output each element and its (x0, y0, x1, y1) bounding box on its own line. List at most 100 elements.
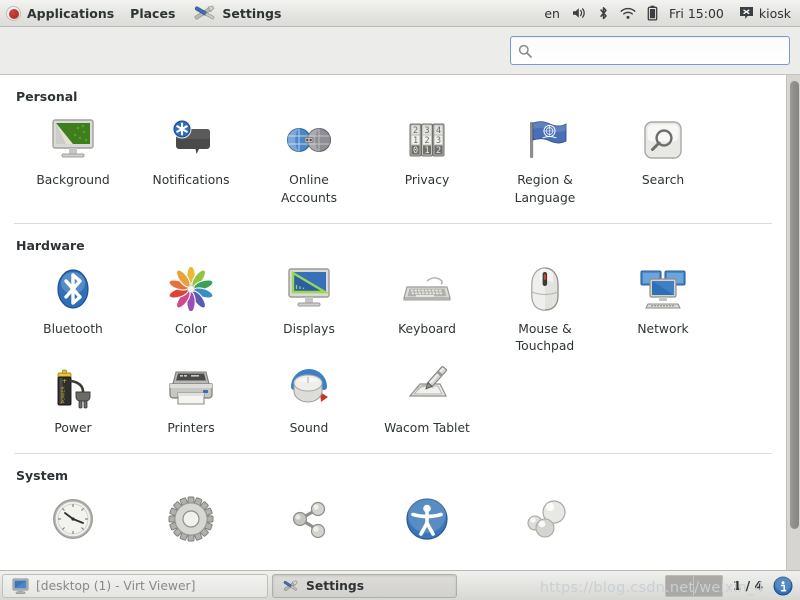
panel-tile-label: Mouse & Touchpad (515, 321, 575, 354)
wacom-tablet-icon (403, 364, 451, 412)
panel-tile-universal-access[interactable] (368, 493, 486, 557)
bluetooth-icon (49, 265, 97, 313)
panel-tile-sound[interactable]: Sound (250, 362, 368, 444)
date-time-icon (49, 495, 97, 543)
user-status-icon (739, 7, 753, 19)
svg-text:3: 3 (424, 126, 429, 136)
settings-tools-icon (283, 579, 298, 591)
places-menu-label: Places (130, 5, 176, 21)
svg-text:4: 4 (436, 126, 441, 136)
panel-tile-keyboard[interactable]: Keyboard (368, 263, 486, 363)
user-menu[interactable]: kiosk (735, 6, 791, 21)
scrollbar-thumb[interactable] (790, 81, 799, 529)
panel-tile-network[interactable]: Network (604, 263, 722, 363)
svg-text:2: 2 (413, 126, 418, 136)
users-icon (521, 495, 569, 543)
panel-tile-label: Privacy (404, 173, 450, 187)
taskbar-tray: 1 / 4 (664, 571, 800, 600)
panel-tile-date-time[interactable] (14, 493, 132, 557)
applications-menu[interactable]: Applications (0, 0, 122, 26)
mouse-touchpad-icon (521, 265, 569, 313)
places-menu[interactable]: Places (122, 0, 183, 26)
svg-text:2: 2 (424, 136, 429, 146)
sound-icon (285, 364, 333, 412)
panel-tile-label: Online Accounts (280, 173, 338, 205)
content-scrollbar[interactable] (786, 75, 800, 570)
info-tray-icon[interactable] (773, 575, 796, 596)
applications-menu-label: Applications (27, 5, 115, 21)
keyboard-icon (403, 265, 451, 313)
volume-icon[interactable] (571, 6, 587, 20)
color-icon (167, 265, 215, 313)
panel-clock[interactable]: Fri 15:00 (669, 6, 724, 21)
section-hardware-grid: Bluetooth Color Displays Keyboard Mouse … (14, 263, 772, 444)
search-panel-icon (639, 116, 687, 164)
panel-tile-color[interactable]: Color (132, 263, 250, 363)
panel-tile-label: Region & Language (514, 173, 576, 205)
search-input[interactable] (538, 37, 782, 64)
settings-toolbar (0, 27, 800, 75)
panel-status-area: en Fri 15:00 kiosk (544, 0, 800, 26)
battery-icon[interactable] (647, 5, 658, 21)
sharing-icon (285, 495, 333, 543)
user-name-label: kiosk (758, 5, 791, 21)
panel-tile-bluetooth[interactable]: Bluetooth (14, 263, 132, 363)
top-panel: Applications Places Settings en Fri 15:0… (0, 0, 800, 27)
section-personal-grid: Background Notifications Online Accounts… (14, 114, 772, 214)
notifications-icon (167, 116, 215, 164)
panel-tile-printers[interactable]: Printers (132, 362, 250, 444)
background-icon (49, 116, 97, 164)
panel-tile-notifications[interactable]: Notifications (132, 114, 250, 214)
svg-text:2: 2 (436, 146, 441, 156)
panel-tile-search[interactable]: Search (604, 114, 722, 214)
panel-tile-label: Displays (283, 321, 335, 336)
panel-tile-region-language[interactable]: Region & Language (486, 114, 604, 214)
svg-text:3: 3 (436, 136, 441, 146)
panel-tile-power[interactable]: POWER + Power (14, 362, 132, 444)
panel-tile-label: Search (641, 173, 685, 187)
search-box[interactable] (510, 36, 790, 65)
panel-tile-wacom-tablet[interactable]: Wacom Tablet (368, 362, 486, 444)
panel-tile-background[interactable]: Background (14, 114, 132, 214)
panel-tile-details[interactable] (132, 493, 250, 557)
svg-text:POWER: POWER (61, 386, 67, 404)
panel-tile-label: Sound (289, 421, 329, 436)
section-title-personal: Personal (16, 89, 78, 104)
fedora-logo-icon (6, 5, 21, 21)
details-gear-icon (167, 495, 215, 543)
panel-tile-label: Printers (167, 421, 215, 436)
panel-tile-sharing[interactable] (250, 493, 368, 557)
region-language-icon (521, 116, 569, 164)
workspace-cell[interactable] (666, 575, 695, 596)
app-menu-settings[interactable]: Settings (183, 0, 289, 26)
panel-tile-label: Background (36, 173, 110, 187)
panel-tile-label: Bluetooth (43, 321, 103, 336)
taskbar-window-virt-viewer[interactable]: [desktop (1) - Virt Viewer] (2, 573, 268, 598)
taskbar-window-label: [desktop (1) - Virt Viewer] (36, 578, 196, 593)
wifi-icon[interactable] (620, 7, 636, 20)
section-title-hardware: Hardware (16, 237, 85, 253)
settings-tools-icon (194, 5, 215, 20)
network-icon (639, 265, 687, 313)
svg-text:+: + (62, 378, 67, 385)
taskbar-window-settings[interactable]: Settings (272, 573, 457, 598)
panel-tile-users[interactable] (486, 493, 604, 557)
keyboard-layout-indicator[interactable]: en (544, 6, 560, 21)
taskbar: [desktop (1) - Virt Viewer] Settings 1 /… (0, 570, 800, 600)
panel-tile-displays[interactable]: Displays (250, 263, 368, 363)
search-icon (518, 44, 532, 58)
taskbar-window-label: Settings (306, 578, 365, 593)
panel-tile-online-accounts[interactable]: Online Accounts (250, 114, 368, 214)
workspace-switcher[interactable] (664, 574, 723, 597)
svg-text:1: 1 (424, 146, 429, 156)
panel-menu-group: Applications Places Settings (0, 0, 289, 26)
svg-text:1: 1 (413, 136, 418, 146)
panel-tile-privacy[interactable]: 21 0 32 1 43 2 Privacy (368, 114, 486, 214)
workspace-cell[interactable] (694, 576, 722, 596)
panel-tile-mouse-touchpad[interactable]: Mouse & Touchpad (486, 263, 604, 363)
panel-grid-container: Personal Background Notifications Online… (0, 75, 786, 557)
panel-tile-label: Wacom Tablet (384, 421, 470, 436)
settings-content: Personal Background Notifications Online… (0, 75, 800, 570)
privacy-icon: 21 0 32 1 43 2 (403, 116, 451, 164)
bluetooth-icon[interactable] (598, 6, 609, 21)
